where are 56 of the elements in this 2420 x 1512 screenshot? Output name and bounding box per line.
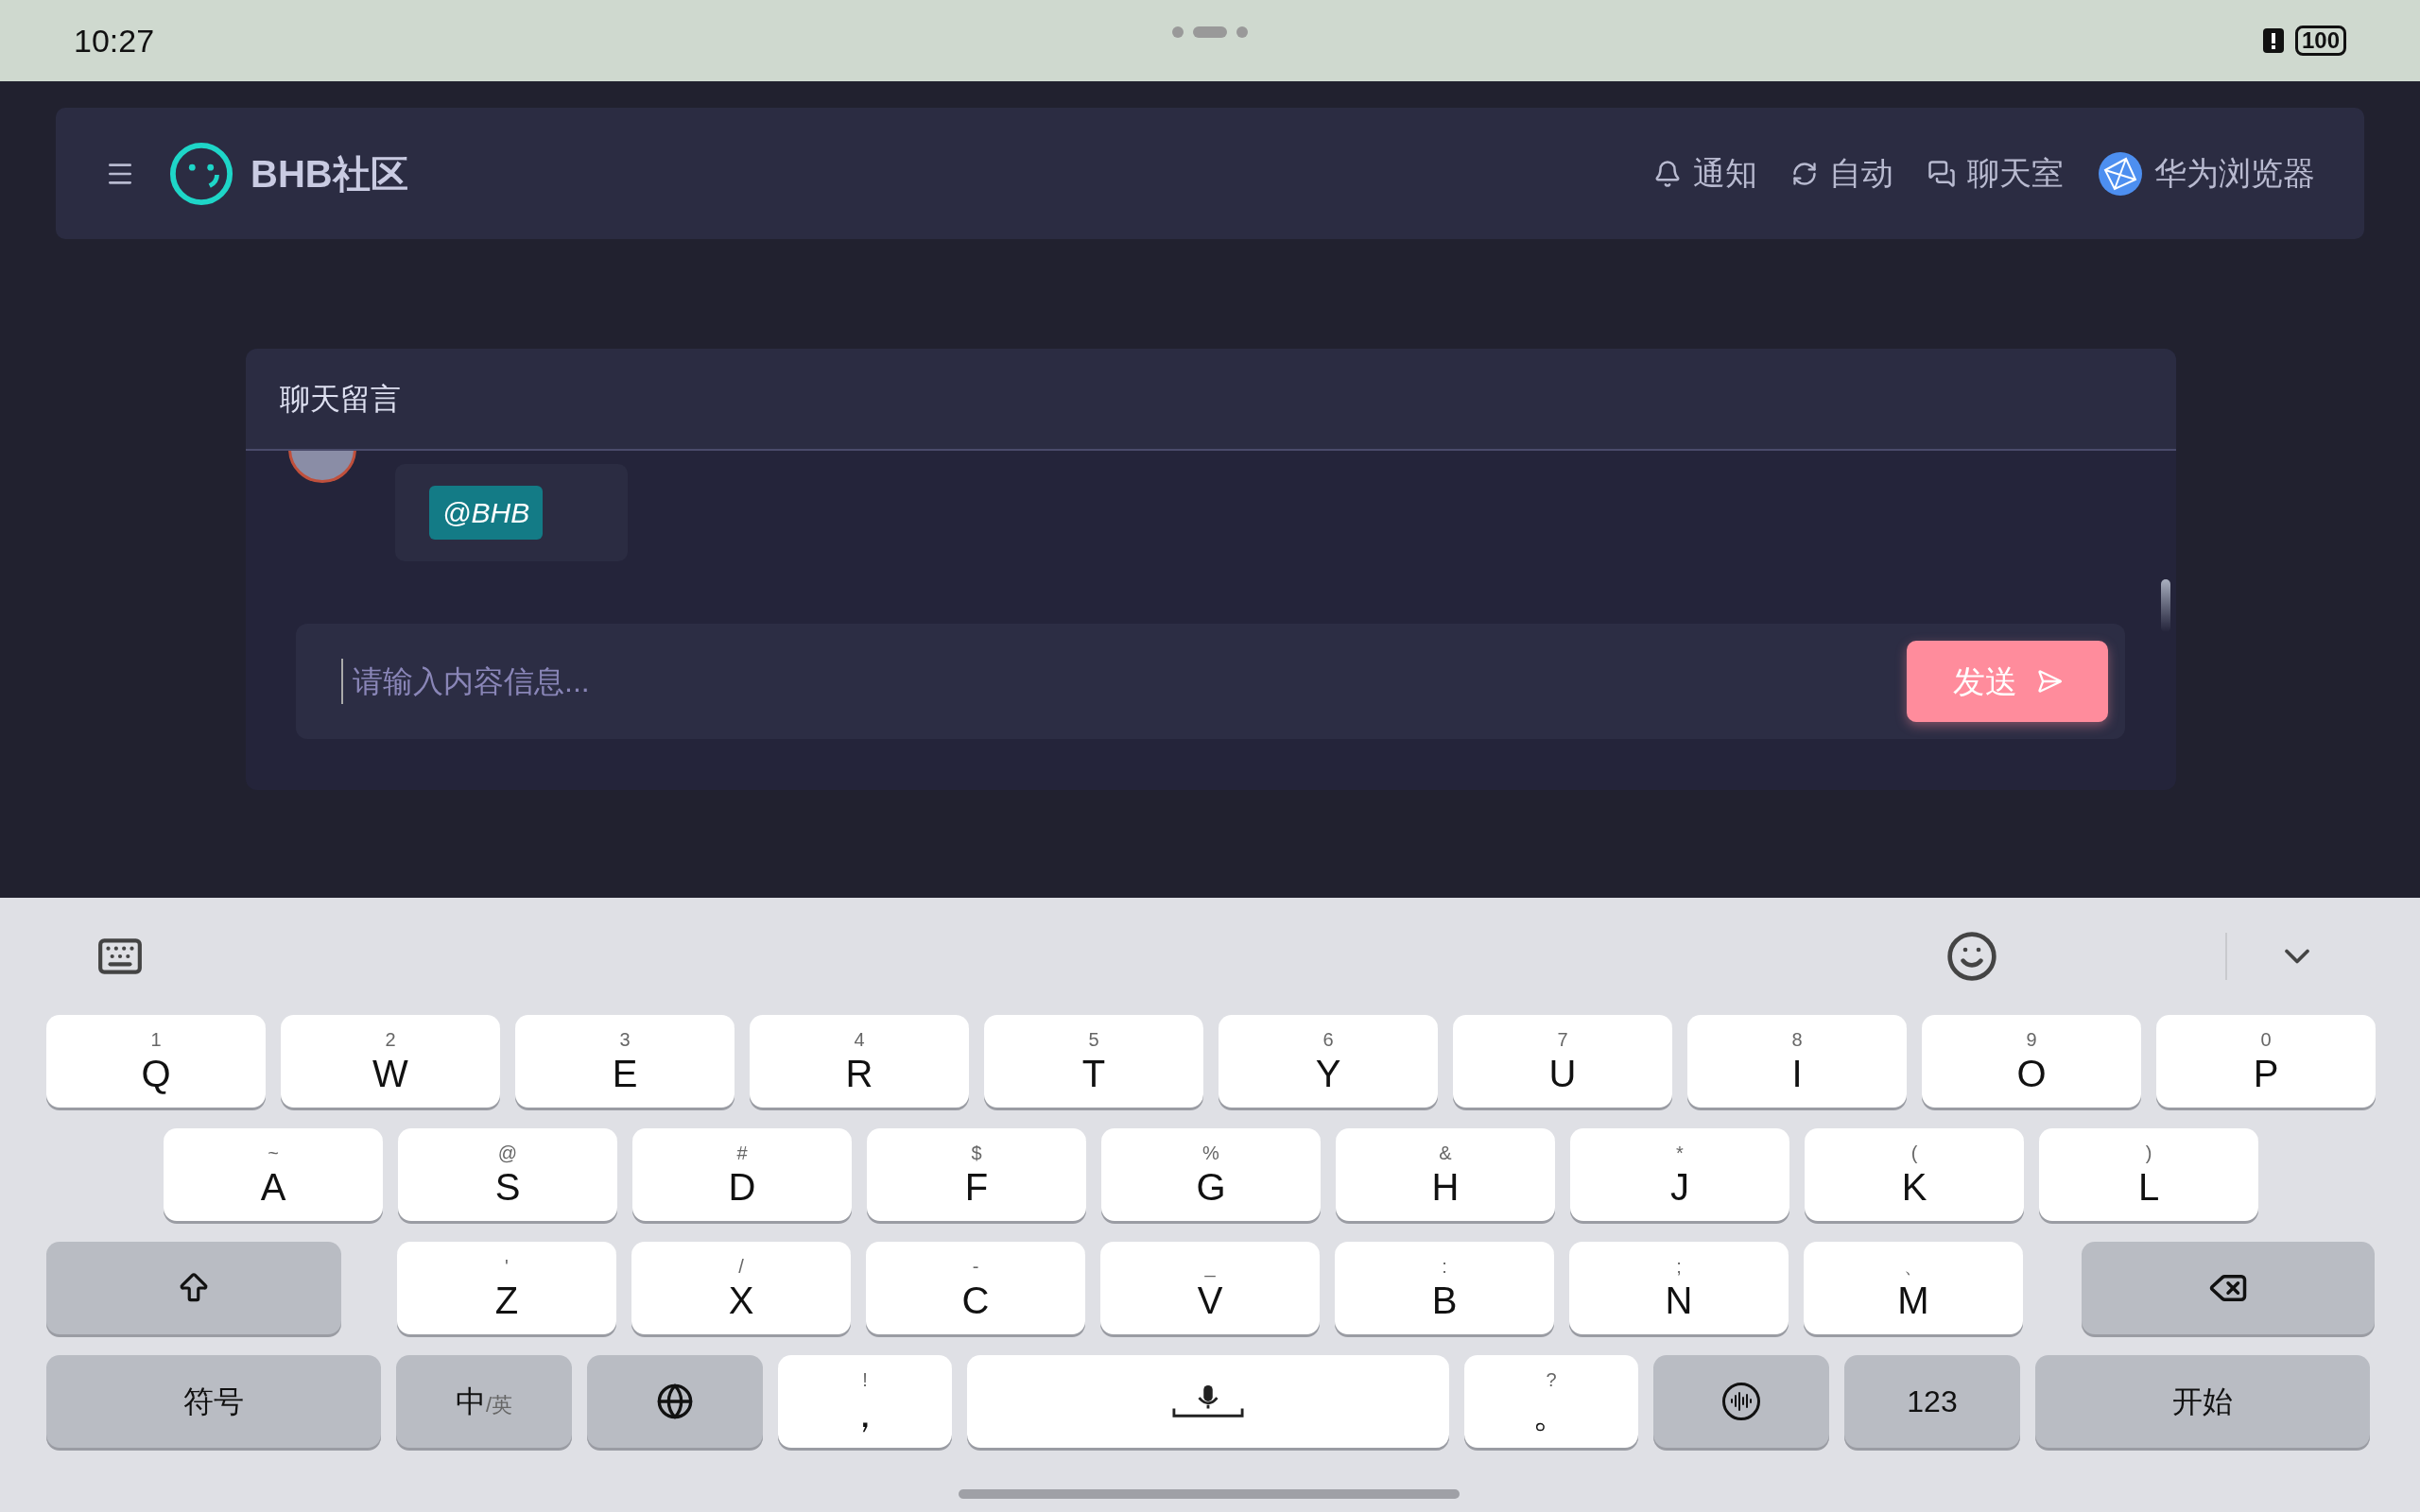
key[interactable]: 3 E	[515, 1015, 735, 1108]
language-key[interactable]: 中/英	[396, 1355, 572, 1448]
globe-icon	[656, 1383, 694, 1420]
key[interactable]: % G	[1101, 1128, 1321, 1221]
key[interactable]: 符号	[46, 1355, 381, 1448]
key[interactable]: : B	[1335, 1242, 1554, 1334]
key[interactable]: ? 。	[1464, 1355, 1638, 1448]
key[interactable]: / X	[631, 1242, 851, 1334]
scrollbar-thumb[interactable]	[2161, 579, 2170, 632]
key[interactable]: # D	[632, 1128, 852, 1221]
globe-key[interactable]	[587, 1355, 763, 1448]
status-time: 10:27	[74, 21, 155, 60]
key[interactable]: ' Z	[397, 1242, 616, 1334]
key[interactable]: - C	[866, 1242, 1085, 1334]
key[interactable]: @ S	[398, 1128, 617, 1221]
key[interactable]: 0 P	[2156, 1015, 2376, 1108]
key[interactable]: 123	[1844, 1355, 2020, 1448]
key[interactable]: $ F	[867, 1128, 1086, 1221]
send-icon	[2035, 668, 2063, 695]
mention-tag[interactable]: @BHB	[429, 486, 544, 540]
chat-title: 聊天留言	[280, 381, 401, 418]
nav-link[interactable]: 聊天室	[1927, 149, 2064, 198]
refresh-icon	[1791, 160, 1818, 187]
alert-icon	[2262, 28, 2284, 53]
key[interactable]: 5 T	[984, 1015, 1203, 1108]
key[interactable]: 、 M	[1804, 1242, 2023, 1334]
key[interactable]: 9 O	[1922, 1015, 2141, 1108]
key[interactable]: 1 Q	[46, 1015, 266, 1108]
microphone-space-icon	[1172, 1383, 1244, 1420]
chat-icon	[1927, 159, 1956, 188]
emoji-icon[interactable]	[1945, 930, 1998, 983]
nav-link[interactable]: 自动	[1791, 149, 1893, 198]
key[interactable]: ; N	[1569, 1242, 1789, 1334]
battery-indicator: 100	[2294, 26, 2346, 56]
bell-icon	[1653, 159, 1682, 188]
key[interactable]: 2 W	[281, 1015, 500, 1108]
voice-icon	[1722, 1383, 1760, 1420]
key[interactable]: 4 R	[750, 1015, 969, 1108]
key[interactable]: 开始	[2035, 1355, 2370, 1448]
message-input[interactable]: 请输入内容信息...	[341, 659, 1907, 704]
key[interactable]: 8 I	[1687, 1015, 1907, 1108]
key[interactable]: ! ，	[778, 1355, 952, 1448]
nav-link[interactable]: 通知	[1653, 149, 1757, 198]
key[interactable]: ( K	[1805, 1128, 2024, 1221]
smiley-logo-icon	[169, 141, 233, 206]
voice-key[interactable]	[1653, 1355, 1829, 1448]
browser-logo-icon	[2098, 150, 2143, 197]
key[interactable]: 6 Y	[1219, 1015, 1438, 1108]
key[interactable]: _ V	[1100, 1242, 1320, 1334]
key[interactable]: 7 U	[1453, 1015, 1672, 1108]
brand-name[interactable]: BHB社区	[251, 145, 408, 202]
key[interactable]: & H	[1336, 1128, 1555, 1221]
key[interactable]: ) L	[2039, 1128, 2258, 1221]
key[interactable]: * J	[1570, 1128, 1789, 1221]
key[interactable]: ~ A	[164, 1128, 383, 1221]
nav-link[interactable]: 华为浏览器	[2098, 149, 2315, 198]
